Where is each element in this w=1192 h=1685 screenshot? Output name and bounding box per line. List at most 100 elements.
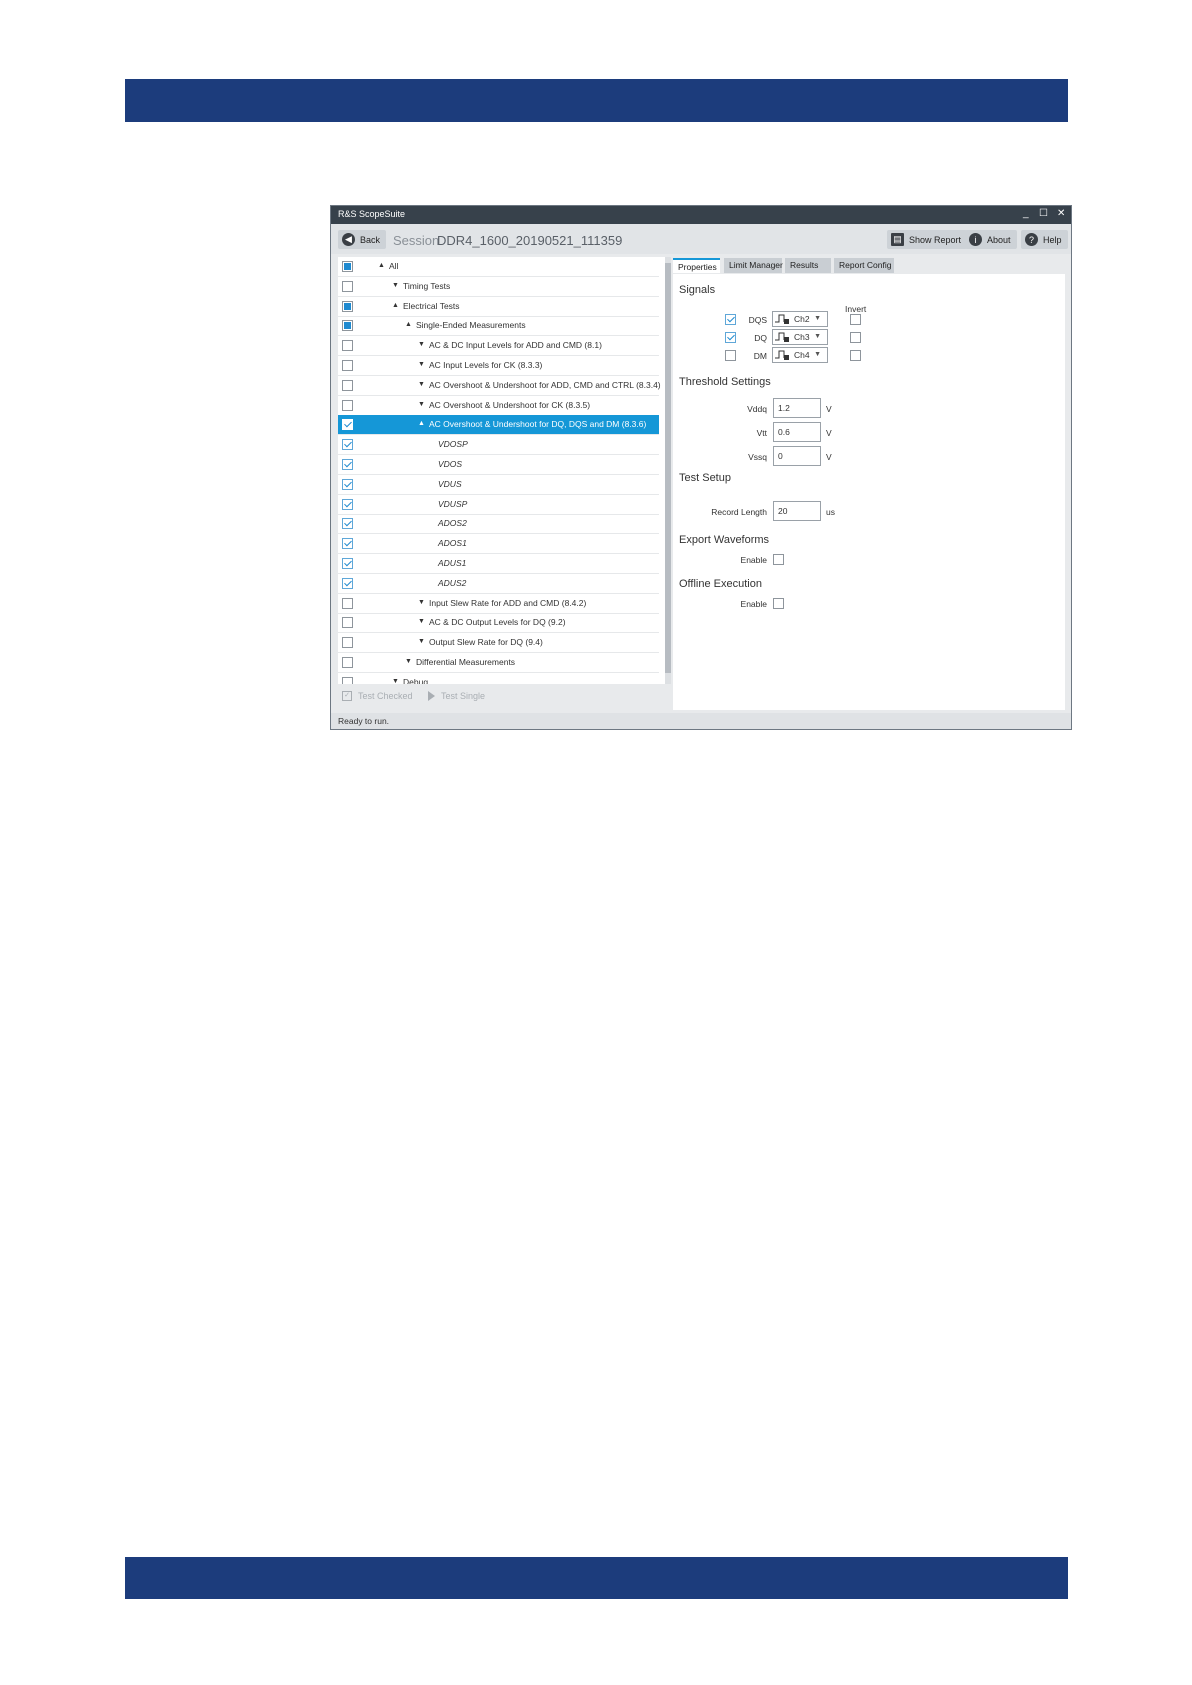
- channel-select[interactable]: Ch3 ▼: [772, 329, 828, 345]
- tab-report-config[interactable]: Report Config: [834, 258, 894, 273]
- scrollbar-thumb[interactable]: [665, 263, 671, 673]
- tree-row[interactable]: ▲ AC Overshoot & Undershoot for DQ, DQS a…: [338, 415, 659, 436]
- collapse-icon[interactable]: ▲: [405, 321, 412, 328]
- threshold-input[interactable]: 0.6: [773, 422, 821, 442]
- signal-invert-checkbox[interactable]: [850, 314, 861, 325]
- export-enable-checkbox[interactable]: [773, 554, 784, 565]
- export-enable-label: Enable: [740, 555, 767, 565]
- tree-row[interactable]: ADOS1: [338, 534, 659, 555]
- tree-row[interactable]: ▼ Timing Tests: [338, 277, 659, 297]
- test-checked-button[interactable]: ✓ Test Checked: [342, 691, 413, 701]
- tree-row[interactable]: ADUS1: [338, 554, 659, 574]
- tree-row[interactable]: VDOS: [338, 455, 659, 475]
- tree-row[interactable]: VDUS: [338, 475, 659, 495]
- tree-row-checkbox[interactable]: [342, 439, 353, 451]
- test-checked-label: Test Checked: [358, 691, 413, 701]
- test-single-label: Test Single: [441, 691, 486, 701]
- tree-row[interactable]: ▼ Differential Measurements: [338, 653, 659, 673]
- maximize-icon[interactable]: ☐: [1039, 208, 1048, 219]
- tree-row-checkbox[interactable]: [342, 498, 353, 510]
- record-length-input[interactable]: 20: [773, 501, 821, 521]
- tree-row-checkbox[interactable]: [342, 617, 353, 629]
- tree-row-checkbox[interactable]: [342, 597, 353, 609]
- threshold-unit: V: [826, 428, 832, 438]
- tree-row-checkbox[interactable]: [342, 419, 353, 431]
- collapse-icon[interactable]: ▲: [378, 262, 385, 269]
- tree-row-checkbox[interactable]: [342, 637, 353, 649]
- expand-icon[interactable]: ▼: [418, 401, 425, 408]
- tree-row[interactable]: ▼ AC & DC Input Levels for ADD and CMD (8…: [338, 336, 659, 357]
- tree-row-checkbox[interactable]: [342, 300, 353, 312]
- tree-row[interactable]: ▼ Debug: [338, 673, 659, 684]
- tree-row-label: AC Overshoot & Undershoot for DQ, DQS an…: [429, 419, 647, 430]
- tree-row-checkbox[interactable]: [342, 558, 353, 569]
- tree-scrollbar[interactable]: [665, 257, 671, 684]
- tree-row[interactable]: ▲ Electrical Tests: [338, 297, 659, 317]
- collapse-icon[interactable]: ▲: [418, 420, 425, 427]
- show-report-button[interactable]: ▤ Show Report: [887, 230, 968, 249]
- report-icon: ▤: [891, 233, 904, 246]
- test-actions: ✓ Test Checked Test Single: [338, 686, 668, 708]
- tree-row-checkbox[interactable]: [342, 518, 353, 530]
- tree-row[interactable]: ▼ AC & DC Output Levels for DQ (9.2): [338, 613, 659, 634]
- tree-row[interactable]: ▼ Input Slew Rate for ADD and CMD (8.4.2): [338, 594, 659, 614]
- checked-list-icon: ✓: [342, 691, 352, 701]
- tab-properties[interactable]: Properties: [673, 258, 720, 273]
- tree-row[interactable]: ▲ Single-Ended Measurements: [338, 316, 659, 337]
- tree-row-checkbox[interactable]: [342, 657, 353, 668]
- tree-row-checkbox[interactable]: [342, 577, 353, 589]
- tree-row[interactable]: ▲ All: [338, 257, 659, 277]
- offline-enable-checkbox[interactable]: [773, 598, 784, 609]
- collapse-icon[interactable]: ▲: [392, 302, 399, 309]
- tree-row[interactable]: ADOS2: [338, 514, 659, 535]
- tree-row-checkbox[interactable]: [342, 340, 353, 352]
- help-button[interactable]: ? Help: [1021, 230, 1068, 249]
- close-icon[interactable]: ✕: [1057, 208, 1065, 219]
- tab-results[interactable]: Results: [785, 258, 831, 273]
- tree-row[interactable]: ▼ Output Slew Rate for DQ (9.4): [338, 633, 659, 654]
- minimize-icon[interactable]: _: [1023, 208, 1029, 219]
- expand-icon[interactable]: ▼: [418, 361, 425, 368]
- tree-row[interactable]: ADUS2: [338, 574, 659, 594]
- test-single-button[interactable]: Test Single: [428, 691, 485, 701]
- expand-icon[interactable]: ▼: [418, 381, 425, 388]
- tree-row-checkbox[interactable]: [342, 360, 353, 371]
- status-text: Ready to run.: [338, 716, 390, 726]
- expand-icon[interactable]: ▼: [392, 282, 399, 289]
- signal-name: DM: [753, 351, 767, 361]
- tree-row-checkbox[interactable]: [342, 320, 353, 332]
- tree-row-checkbox[interactable]: [342, 280, 353, 292]
- tree-row-checkbox[interactable]: [342, 399, 353, 411]
- tree-row-checkbox[interactable]: [342, 379, 353, 391]
- threshold-input[interactable]: 0: [773, 446, 821, 466]
- tree-row-checkbox[interactable]: [342, 538, 353, 550]
- expand-icon[interactable]: ▼: [418, 618, 425, 625]
- channel-select[interactable]: Ch4 ▼: [772, 347, 828, 363]
- expand-icon[interactable]: ▼: [418, 599, 425, 606]
- signal-enable-checkbox[interactable]: [725, 314, 736, 325]
- expand-icon[interactable]: ▼: [418, 638, 425, 645]
- channel-select[interactable]: Ch2 ▼: [772, 311, 828, 327]
- signal-enable-checkbox[interactable]: [725, 332, 736, 343]
- tree-row-label: Single-Ended Measurements: [416, 320, 526, 331]
- expand-icon[interactable]: ▼: [405, 658, 412, 665]
- tree-row[interactable]: ▼ AC Input Levels for CK (8.3.3): [338, 356, 659, 376]
- signal-invert-checkbox[interactable]: [850, 350, 861, 361]
- tree-row-checkbox[interactable]: [342, 261, 353, 272]
- threshold-input[interactable]: 1.2: [773, 398, 821, 418]
- tree-row[interactable]: VDUSP: [338, 495, 659, 515]
- expand-icon[interactable]: ▼: [392, 678, 399, 684]
- expand-icon[interactable]: ▼: [418, 341, 425, 348]
- about-button[interactable]: i About: [965, 230, 1017, 249]
- tree-row[interactable]: VDOSP: [338, 435, 659, 456]
- signal-enable-checkbox[interactable]: [725, 350, 736, 361]
- tree-row-label: ADOS1: [438, 538, 467, 549]
- tree-row[interactable]: ▼ AC Overshoot & Undershoot for ADD, CMD …: [338, 376, 661, 396]
- tab-limit-manager[interactable]: Limit Manager: [724, 258, 783, 273]
- tree-row-checkbox[interactable]: [342, 676, 353, 684]
- tree-row[interactable]: ▼ AC Overshoot & Undershoot for CK (8.3.5…: [338, 396, 659, 416]
- signal-invert-checkbox[interactable]: [850, 332, 861, 343]
- back-button[interactable]: ◀ Back: [338, 230, 387, 249]
- tree-row-checkbox[interactable]: [342, 478, 353, 490]
- tree-row-checkbox[interactable]: [342, 459, 353, 470]
